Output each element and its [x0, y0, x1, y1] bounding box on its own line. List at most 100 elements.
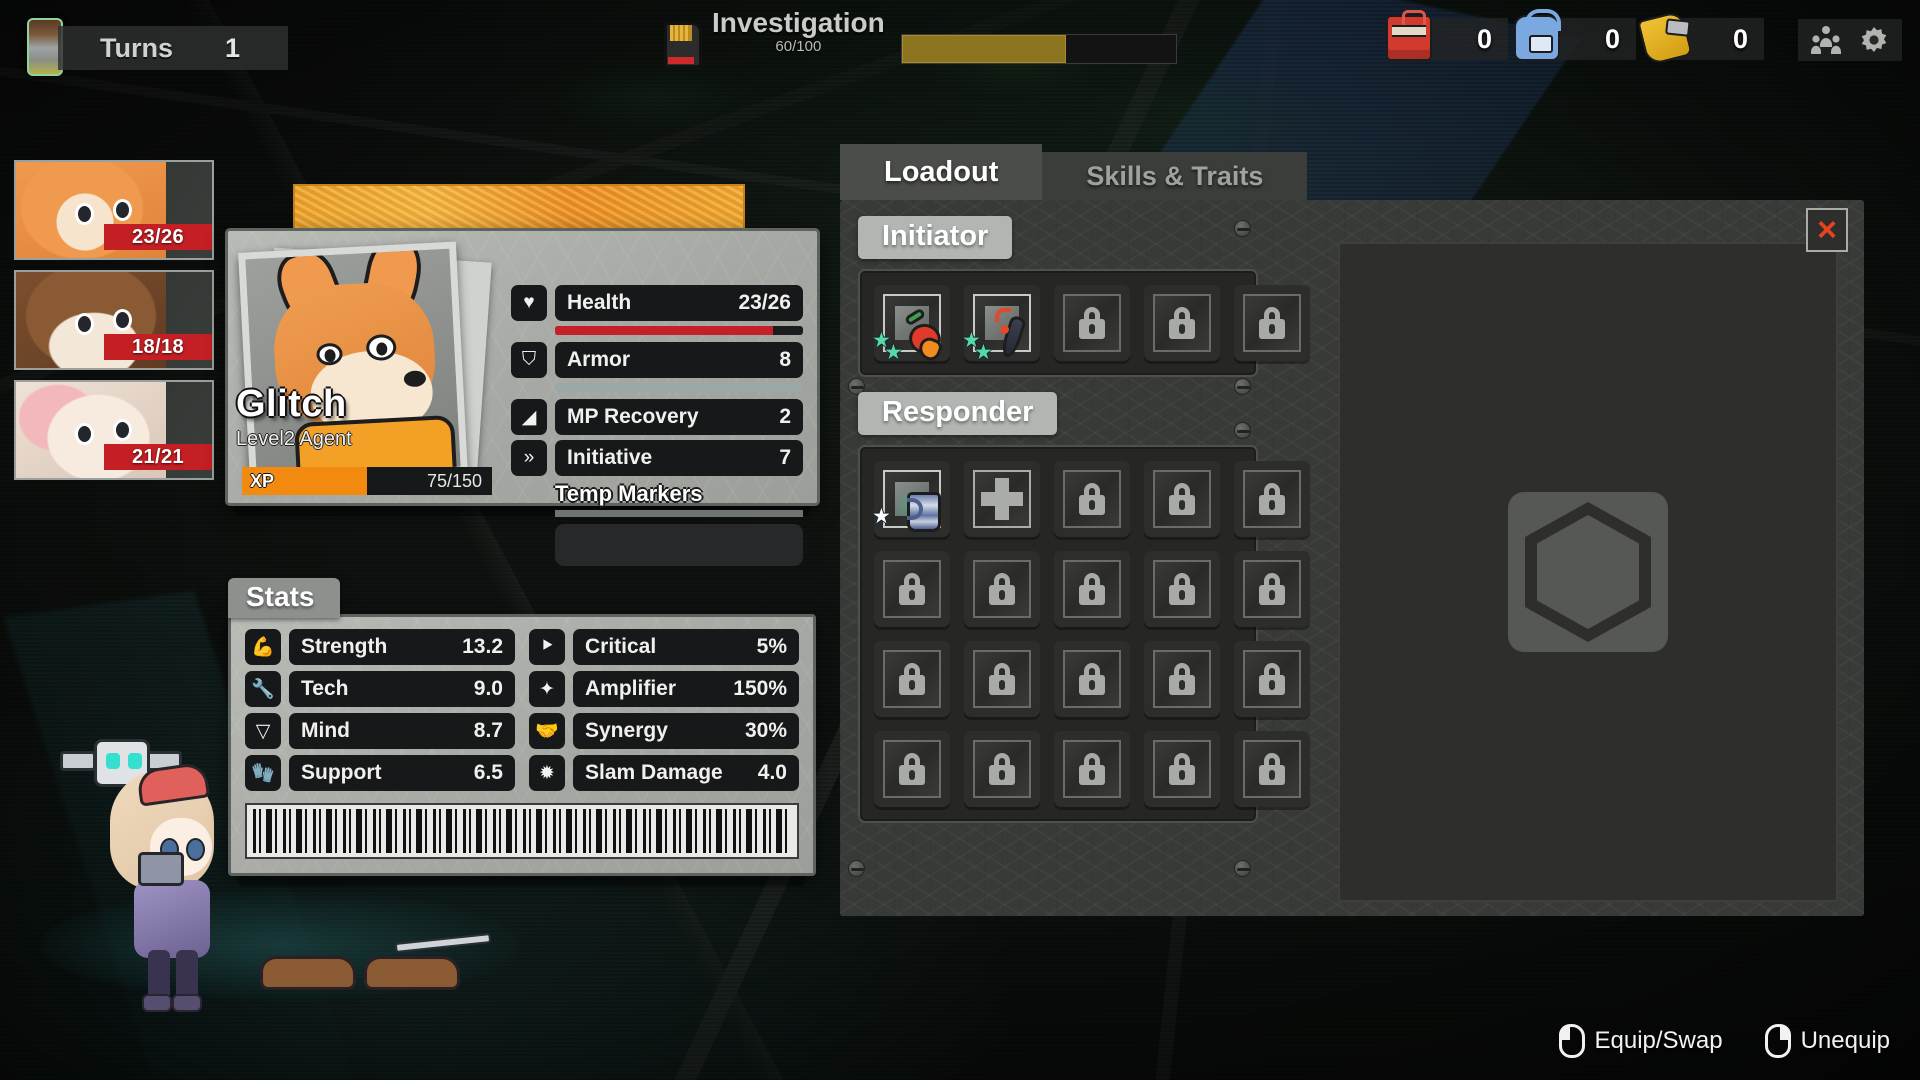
resource-toolbox[interactable]: 0 — [1386, 10, 1508, 61]
investigation-progress-text: 60/100 — [775, 38, 822, 56]
vital-label: Health — [567, 291, 632, 314]
lock-icon — [1169, 573, 1195, 605]
turns-value: 1 — [225, 32, 241, 63]
tab-label: Skills & Traits — [1086, 160, 1264, 191]
loadout-slot-locked[interactable] — [1144, 731, 1220, 807]
loadout-slot-locked[interactable] — [874, 641, 950, 717]
item-preview-panel — [1338, 242, 1838, 902]
stat-label: Strength — [301, 635, 388, 658]
tab-label: Loadout — [884, 155, 999, 188]
loadout-slot-locked[interactable] — [1144, 641, 1220, 717]
loadout-slot-locked[interactable] — [1054, 461, 1130, 537]
top-right-buttons — [1798, 19, 1902, 61]
hex-placeholder-icon — [1508, 492, 1668, 652]
loadout-slot-locked[interactable] — [1054, 285, 1130, 361]
loadout-slot-locked[interactable] — [1234, 731, 1310, 807]
vital-label: Armor — [567, 348, 631, 371]
loadout-slot-locked[interactable] — [1054, 551, 1130, 627]
stat-row-synergy: 🤝 Synergy 30% — [529, 713, 799, 749]
vital-row-armor: ⛉ Armor 8 — [511, 342, 803, 378]
lock-icon — [989, 663, 1015, 695]
party-icon[interactable] — [1810, 25, 1842, 55]
stat-row-slam-damage: ✹ Slam Damage 4.0 — [529, 755, 799, 791]
stat-row-critical: ⯈ Critical 5% — [529, 629, 799, 665]
loadout-slot-item[interactable]: ★ ★ — [872, 285, 950, 364]
resource-value: 0 — [1732, 23, 1748, 54]
loadout-slot-locked[interactable] — [1144, 461, 1220, 537]
loadout-slot-locked[interactable] — [1144, 551, 1220, 627]
stat-row-mind: ▽ Mind 8.7 — [245, 713, 515, 749]
loadout-slot-locked[interactable] — [1234, 641, 1310, 717]
player-character-sprite — [110, 761, 230, 1012]
loadout-slot-locked[interactable] — [964, 731, 1040, 807]
investigation-progress-fill — [901, 35, 1067, 63]
top-bar: Turns 1 Investigation 60/100 0 0 0 — [0, 0, 1920, 76]
control-hints: Equip/Swap Unequip — [1558, 1024, 1890, 1058]
loadout-slot-locked[interactable] — [1234, 461, 1310, 537]
loadout-slot-locked[interactable] — [1054, 641, 1130, 717]
vital-value: 2 — [779, 405, 791, 428]
lock-icon — [899, 573, 925, 605]
party-portraits: 23/26 18/18 21/21 — [14, 160, 214, 490]
turns-label: Turns — [100, 32, 173, 63]
resource-flask[interactable]: 0 — [1637, 10, 1764, 66]
loadout-slot-locked[interactable] — [874, 731, 950, 807]
resource-backpack[interactable]: 0 — [1514, 9, 1636, 61]
mp-recovery-icon: ◢ — [511, 399, 547, 435]
initiative-icon: » — [511, 440, 547, 476]
panel-screw — [848, 860, 865, 877]
vital-value: 7 — [779, 446, 791, 469]
party-portrait-glitch[interactable]: 23/26 — [14, 160, 214, 260]
loadout-slot-locked[interactable] — [964, 641, 1040, 717]
mind-icon: ▽ — [245, 713, 281, 749]
lock-icon — [1169, 753, 1195, 785]
temp-markers-slot[interactable] — [555, 524, 803, 566]
tab-loadout[interactable]: Loadout — [840, 144, 1043, 200]
resource-value: 0 — [1476, 23, 1492, 54]
lock-icon — [1259, 753, 1285, 785]
close-button[interactable]: × — [1806, 208, 1848, 252]
loadout-panel: Loadout Skills & Traits × Initiator ★ ★ ★ ★ Re… — [840, 144, 1864, 916]
loadout-slot-locked[interactable] — [1144, 285, 1220, 361]
loadout-slot-locked[interactable] — [1054, 731, 1130, 807]
vital-label: Initiative — [567, 446, 653, 469]
xp-bar: XP 75/150 — [242, 467, 492, 495]
lock-icon — [899, 753, 925, 785]
lock-icon — [1259, 663, 1285, 695]
hint-label: Unequip — [1800, 1027, 1890, 1054]
vital-row-initiative: » Initiative 7 — [511, 440, 803, 476]
lock-icon — [1169, 663, 1195, 695]
character-level: Level2 Agent — [236, 428, 352, 450]
stat-value: 150% — [733, 677, 787, 700]
item-umbrella-blade — [985, 306, 1028, 360]
loadout-slot-locked[interactable] — [1234, 285, 1310, 361]
party-portrait-bear[interactable]: 18/18 — [14, 270, 214, 370]
lock-icon — [989, 753, 1015, 785]
stats-grid: 💪 Strength 13.2 ⯈ Critical 5% 🔧 Tech 9.0 ✦ Amplifi… — [245, 629, 799, 791]
slot-grid: ★ — [872, 461, 1310, 807]
loadout-slot-locked[interactable] — [964, 551, 1040, 627]
vital-meter-armor — [555, 383, 803, 392]
loadout-slot-item[interactable]: ★ — [872, 461, 950, 537]
card-bookmark — [293, 184, 745, 228]
xp-value: 75/150 — [426, 470, 482, 491]
panel-screw — [1234, 860, 1251, 877]
vital-value: 8 — [779, 348, 791, 371]
hint-label: Equip/Swap — [1594, 1027, 1723, 1054]
investigation-title: Investigation — [712, 7, 885, 38]
toolbox-icon — [1386, 10, 1432, 61]
stat-value: 30% — [744, 719, 787, 742]
character-card: Glitch Level2 Agent XP 75/150 ♥ Health 23/… — [225, 184, 820, 566]
loadout-slot-item[interactable]: ★ ★ — [962, 285, 1040, 363]
party-portrait-sheep[interactable]: 21/21 — [14, 380, 214, 480]
loadout-slot-locked[interactable] — [874, 551, 950, 627]
gear-icon[interactable] — [1858, 25, 1890, 55]
loadout-slot-empty[interactable] — [964, 461, 1040, 537]
investigation-meter: Investigation 60/100 — [664, 8, 1177, 68]
loadout-slot-locked[interactable] — [1234, 551, 1310, 627]
character-name: Glitch — [236, 383, 347, 425]
tab-skills-traits[interactable]: Skills & Traits — [1042, 152, 1308, 200]
lock-icon — [899, 663, 925, 695]
strength-icon: 💪 — [245, 629, 281, 665]
close-icon: × — [1817, 211, 1837, 249]
